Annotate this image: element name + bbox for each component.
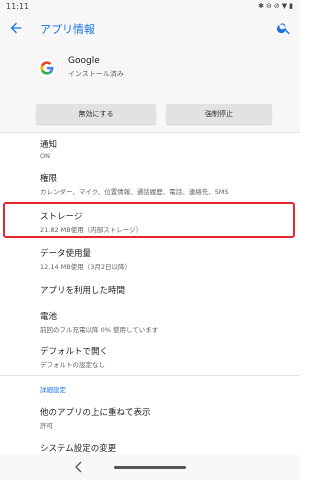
setting-summary: ON — [40, 152, 50, 160]
setting-data-usage[interactable]: データ使用量 12.14 MB使用（3月2日以降） — [40, 247, 280, 271]
storage-highlight-box — [3, 202, 295, 238]
home-gesture-pill[interactable] — [114, 466, 186, 469]
dnd-icon: ⊖ — [266, 2, 274, 10]
app-name: Google — [68, 56, 100, 66]
status-icons: ✱⊖⊘▼▮ — [258, 2, 295, 10]
bluetooth-icon: ✱ — [258, 2, 266, 10]
setting-permissions[interactable]: 権限 カレンダー、マイク、位置情報、通話履歴、電話、連絡先、SMS — [40, 172, 280, 196]
setting-summary: デフォルトの設定なし — [40, 361, 105, 369]
app-install-status: インストール済み — [68, 70, 124, 78]
setting-battery[interactable]: 電池 前回のフル充電以降 0% 使用しています — [40, 310, 280, 334]
setting-title: 権限 — [40, 174, 58, 184]
setting-modify-system[interactable]: システム設定の変更 — [40, 442, 280, 454]
setting-notifications[interactable]: 通知 ON — [40, 138, 280, 160]
setting-summary: カレンダー、マイク、位置情報、通話履歴、電話、連絡先、SMS — [40, 188, 229, 196]
setting-summary: 前回のフル充電以降 0% 使用しています — [40, 326, 159, 334]
setting-open-default[interactable]: デフォルトで開く デフォルトの設定なし — [40, 345, 280, 369]
status-bar: 11:11 ✱⊖⊘▼▮ — [0, 0, 300, 14]
nav-back-icon[interactable] — [74, 461, 84, 473]
divider — [0, 375, 300, 376]
setting-title: 電池 — [40, 312, 58, 322]
google-g-logo — [36, 57, 58, 79]
setting-draw-over-apps[interactable]: 他のアプリの上に重ねて表示 許可 — [40, 406, 280, 430]
advanced-section-label: 詳細設定 — [40, 386, 66, 394]
navigation-bar — [0, 455, 300, 480]
setting-title: アプリを利用した時間 — [40, 286, 126, 296]
setting-title: デフォルトで開く — [40, 347, 109, 357]
setting-app-time[interactable]: アプリを利用した時間 — [40, 284, 280, 296]
setting-title: 他のアプリの上に重ねて表示 — [40, 408, 151, 418]
setting-title: システム設定の変更 — [40, 444, 117, 454]
app-header: Google インストール済み — [0, 44, 300, 92]
force-stop-button[interactable]: 強制停止 — [166, 104, 272, 124]
setting-title: 通知 — [40, 140, 58, 150]
setting-summary: 許可 — [40, 422, 53, 430]
action-buttons: 無効にする 強制停止 — [0, 92, 300, 133]
page-title: アプリ情報 — [40, 23, 95, 36]
arrow-back-icon[interactable] — [8, 20, 24, 36]
setting-title: データ使用量 — [40, 249, 92, 259]
disable-button[interactable]: 無効にする — [36, 104, 156, 124]
setting-summary: 12.14 MB使用（3月2日以降） — [40, 263, 132, 271]
status-time: 11:11 — [6, 2, 30, 11]
search-icon[interactable] — [276, 20, 292, 36]
battery-icon: ▮ — [289, 2, 295, 10]
app-bar: アプリ情報 — [0, 14, 300, 44]
no-sim-icon: ⊘ — [273, 2, 282, 10]
